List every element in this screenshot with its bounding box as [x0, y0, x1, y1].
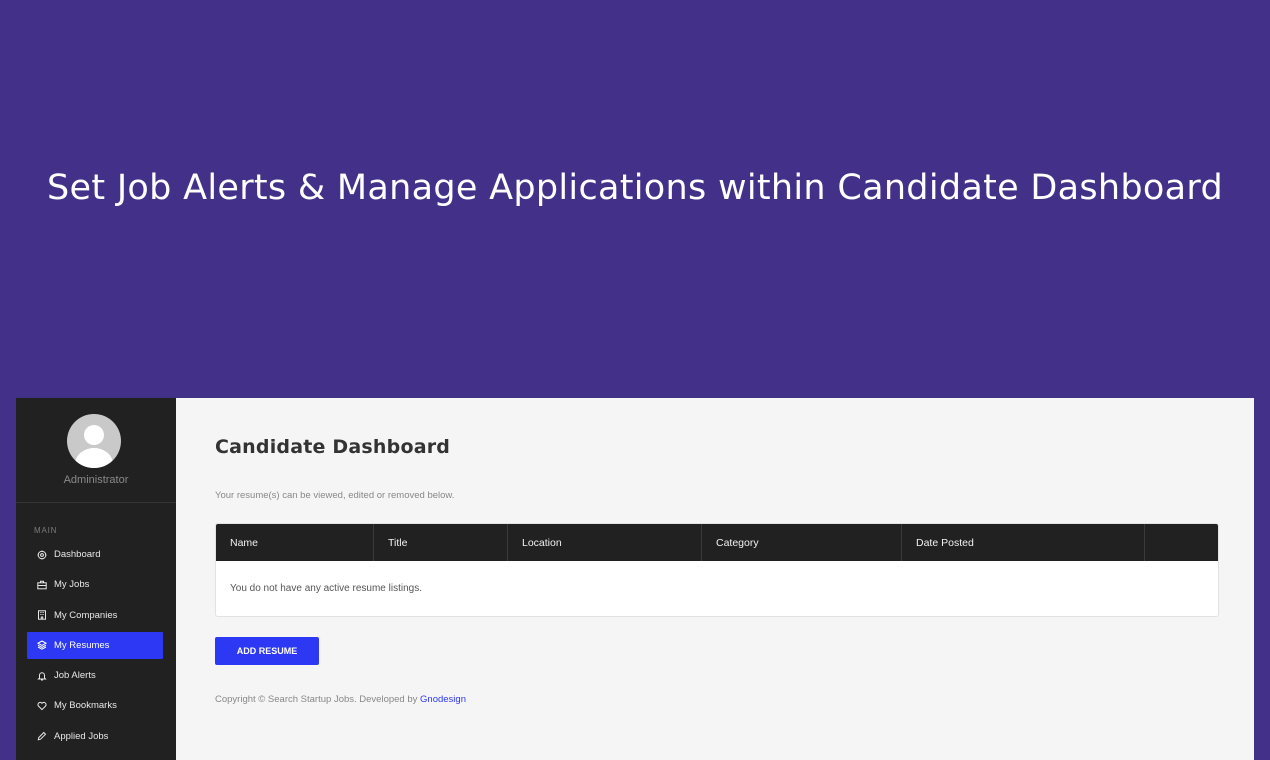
sidebar-item-my-bookmarks[interactable]: My Bookmarks — [27, 692, 163, 719]
empty-table-message: You do not have any active resume listin… — [230, 583, 422, 594]
sidebar-item-label: Job Alerts — [54, 670, 96, 682]
bell-icon — [35, 669, 48, 682]
page-title: Candidate Dashboard — [215, 436, 451, 458]
column-header-location[interactable]: Location — [508, 524, 702, 561]
sidebar-item-dashboard[interactable]: Dashboard — [27, 541, 163, 568]
column-header-title[interactable]: Title — [374, 524, 508, 561]
layers-icon — [35, 639, 48, 652]
sidebar-item-label: My Jobs — [54, 579, 90, 591]
user-name: Administrator — [63, 474, 129, 486]
hero-title: Set Job Alerts & Manage Applications wit… — [47, 168, 1223, 208]
page-subtitle: Your resume(s) can be viewed, edited or … — [215, 490, 455, 501]
resumes-table: Name Title Location Category Date Posted… — [215, 523, 1219, 617]
pencil-icon — [35, 730, 48, 743]
sidebar-item-label: Applied Jobs — [54, 730, 109, 742]
main-content: Candidate Dashboard Your resume(s) can b… — [176, 398, 1254, 760]
sidebar-item-job-alerts[interactable]: Job Alerts — [27, 662, 163, 689]
sidebar-section-label: MAIN — [34, 526, 58, 535]
sidebar-item-my-jobs[interactable]: My Jobs — [27, 571, 163, 598]
avatar[interactable] — [67, 414, 121, 468]
table-header: Name Title Location Category Date Posted — [216, 524, 1218, 561]
add-resume-button[interactable]: ADD RESUME — [215, 637, 319, 665]
sidebar-nav: Dashboard My Jobs My Companies My Resume… — [27, 541, 163, 753]
user-silhouette-icon — [75, 425, 113, 468]
column-header-name[interactable]: Name — [216, 524, 374, 561]
sidebar-item-label: My Bookmarks — [54, 700, 117, 712]
sidebar-item-label: Dashboard — [54, 549, 101, 560]
developer-link[interactable]: Gnodesign — [420, 694, 466, 705]
heart-icon — [35, 699, 48, 712]
column-header-date-posted[interactable]: Date Posted — [902, 524, 1145, 561]
building-icon — [35, 609, 48, 622]
briefcase-icon — [35, 578, 48, 591]
column-header-actions — [1145, 524, 1218, 561]
sidebar-divider — [16, 502, 176, 503]
sidebar-item-applied-jobs[interactable]: Applied Jobs — [27, 723, 163, 750]
sidebar: Administrator MAIN Dashboard My Jobs My — [16, 398, 176, 760]
sidebar-item-label: My Companies — [54, 609, 118, 621]
dashboard-screenshot: Administrator MAIN Dashboard My Jobs My — [16, 398, 1254, 760]
column-header-category[interactable]: Category — [702, 524, 902, 561]
sidebar-item-my-companies[interactable]: My Companies — [27, 602, 163, 629]
sidebar-item-label: My Resumes — [54, 639, 110, 651]
footer-copyright: Copyright © Search Startup Jobs. Develop… — [215, 694, 466, 705]
gauge-icon — [35, 548, 48, 561]
copyright-text: Copyright © Search Startup Jobs. Develop… — [215, 694, 421, 705]
sidebar-item-my-resumes[interactable]: My Resumes — [27, 631, 163, 659]
